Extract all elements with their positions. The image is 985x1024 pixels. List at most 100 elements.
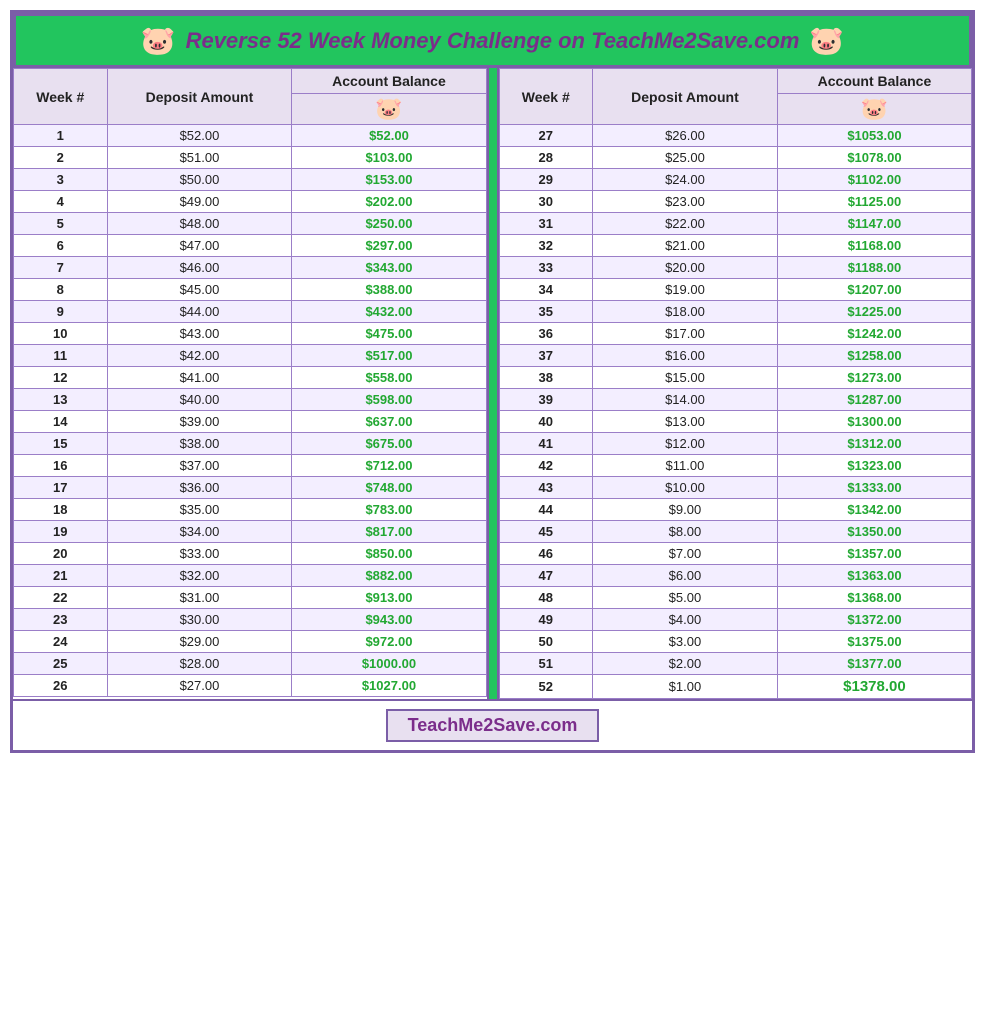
table-row: 36$17.00$1242.00 [499, 323, 972, 345]
table-row: 48$5.00$1368.00 [499, 587, 972, 609]
table-row: 46$7.00$1357.00 [499, 543, 972, 565]
table-row: 45$8.00$1350.00 [499, 521, 972, 543]
right-table: Week # Deposit Amount Account Balance 🐷 … [499, 68, 973, 699]
week-cell: 31 [499, 213, 593, 235]
left-pig-header-icon: 🐷 [292, 94, 486, 125]
deposit-cell: $28.00 [107, 653, 292, 675]
deposit-cell: $13.00 [593, 411, 778, 433]
table-row: 44$9.00$1342.00 [499, 499, 972, 521]
table-row: 1$52.00$52.00 [14, 125, 487, 147]
deposit-cell: $35.00 [107, 499, 292, 521]
deposit-cell: $45.00 [107, 279, 292, 301]
table-row: 12$41.00$558.00 [14, 367, 487, 389]
balance-cell: $598.00 [292, 389, 486, 411]
week-cell: 33 [499, 257, 593, 279]
table-row: 39$14.00$1287.00 [499, 389, 972, 411]
deposit-cell: $52.00 [107, 125, 292, 147]
week-cell: 42 [499, 455, 593, 477]
balance-cell: $882.00 [292, 565, 486, 587]
table-row: 18$35.00$783.00 [14, 499, 487, 521]
week-cell: 50 [499, 631, 593, 653]
deposit-cell: $20.00 [593, 257, 778, 279]
table-row: 15$38.00$675.00 [14, 433, 487, 455]
deposit-cell: $37.00 [107, 455, 292, 477]
footer-text: TeachMe2Save.com [386, 709, 600, 742]
week-cell: 47 [499, 565, 593, 587]
deposit-cell: $11.00 [593, 455, 778, 477]
week-cell: 10 [14, 323, 108, 345]
table-row: 26$27.00$1027.00 [14, 675, 487, 697]
week-cell: 24 [14, 631, 108, 653]
week-cell: 2 [14, 147, 108, 169]
balance-cell: $388.00 [292, 279, 486, 301]
balance-cell: $1312.00 [777, 433, 971, 455]
deposit-cell: $9.00 [593, 499, 778, 521]
balance-cell: $850.00 [292, 543, 486, 565]
table-row: 7$46.00$343.00 [14, 257, 487, 279]
balance-cell: $558.00 [292, 367, 486, 389]
balance-cell: $1225.00 [777, 301, 971, 323]
balance-cell: $1363.00 [777, 565, 971, 587]
week-cell: 22 [14, 587, 108, 609]
deposit-cell: $8.00 [593, 521, 778, 543]
balance-cell: $1027.00 [292, 675, 486, 697]
deposit-cell: $25.00 [593, 147, 778, 169]
week-cell: 43 [499, 477, 593, 499]
table-row: 50$3.00$1375.00 [499, 631, 972, 653]
week-cell: 48 [499, 587, 593, 609]
deposit-cell: $49.00 [107, 191, 292, 213]
balance-cell: $52.00 [292, 125, 486, 147]
pig-left-icon: 🐷 [141, 24, 176, 57]
table-row: 32$21.00$1168.00 [499, 235, 972, 257]
balance-cell: $297.00 [292, 235, 486, 257]
table-row: 6$47.00$297.00 [14, 235, 487, 257]
balance-cell: $637.00 [292, 411, 486, 433]
table-row: 43$10.00$1333.00 [499, 477, 972, 499]
week-cell: 41 [499, 433, 593, 455]
deposit-cell: $2.00 [593, 653, 778, 675]
table-row: 4$49.00$202.00 [14, 191, 487, 213]
table-row: 22$31.00$913.00 [14, 587, 487, 609]
balance-cell: $817.00 [292, 521, 486, 543]
deposit-cell: $21.00 [593, 235, 778, 257]
balance-cell: $250.00 [292, 213, 486, 235]
table-row: 49$4.00$1372.00 [499, 609, 972, 631]
week-cell: 39 [499, 389, 593, 411]
right-balance-header-text: Account Balance [777, 69, 971, 94]
table-container: Week # Deposit Amount Account Balance 🐷 … [13, 68, 972, 699]
week-cell: 9 [14, 301, 108, 323]
balance-cell: $517.00 [292, 345, 486, 367]
table-row: 8$45.00$388.00 [14, 279, 487, 301]
balance-cell: $1375.00 [777, 631, 971, 653]
deposit-cell: $18.00 [593, 301, 778, 323]
balance-cell: $202.00 [292, 191, 486, 213]
table-row: 25$28.00$1000.00 [14, 653, 487, 675]
deposit-cell: $14.00 [593, 389, 778, 411]
balance-cell: $1147.00 [777, 213, 971, 235]
week-cell: 28 [499, 147, 593, 169]
balance-cell: $783.00 [292, 499, 486, 521]
deposit-cell: $36.00 [107, 477, 292, 499]
left-deposit-header: Deposit Amount [107, 69, 292, 125]
balance-cell: $748.00 [292, 477, 486, 499]
week-cell: 16 [14, 455, 108, 477]
left-balance-header-text: Account Balance [292, 69, 486, 94]
table-row: 11$42.00$517.00 [14, 345, 487, 367]
week-cell: 13 [14, 389, 108, 411]
deposit-cell: $19.00 [593, 279, 778, 301]
deposit-cell: $38.00 [107, 433, 292, 455]
table-row: 34$19.00$1207.00 [499, 279, 972, 301]
deposit-cell: $10.00 [593, 477, 778, 499]
balance-cell: $1372.00 [777, 609, 971, 631]
balance-cell: $1300.00 [777, 411, 971, 433]
week-cell: 40 [499, 411, 593, 433]
balance-cell: $675.00 [292, 433, 486, 455]
balance-cell: $1258.00 [777, 345, 971, 367]
balance-cell: $1378.00 [777, 675, 971, 699]
deposit-cell: $50.00 [107, 169, 292, 191]
week-cell: 38 [499, 367, 593, 389]
week-cell: 20 [14, 543, 108, 565]
week-cell: 15 [14, 433, 108, 455]
deposit-cell: $39.00 [107, 411, 292, 433]
deposit-cell: $30.00 [107, 609, 292, 631]
